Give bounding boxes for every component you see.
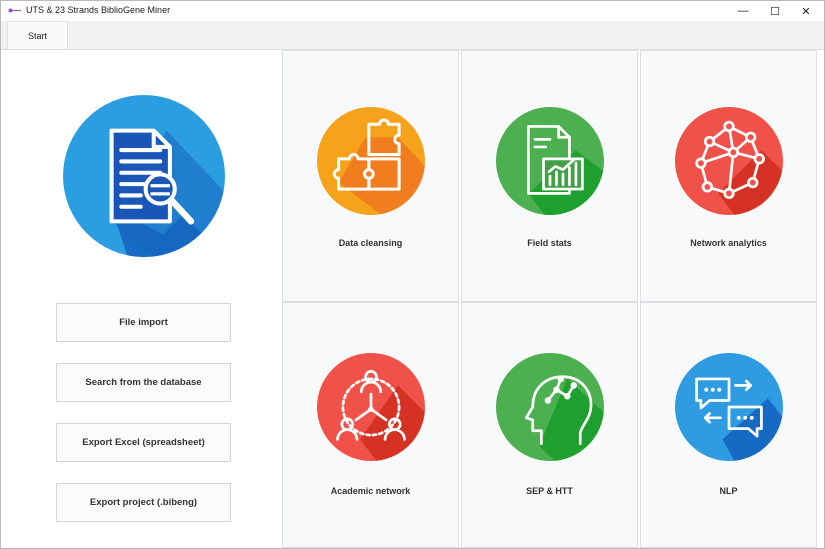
maximize-button[interactable]: ☐ <box>759 1 791 21</box>
tile-label: Data cleansing <box>338 238 403 248</box>
search-database-button[interactable]: Search from the database <box>56 363 231 402</box>
tile-label: Field stats <box>527 238 572 248</box>
tile-nlp[interactable]: NLP <box>640 302 817 548</box>
tile-field-stats[interactable]: Field stats <box>461 50 638 302</box>
app-window: UTS & 23 Strands BiblioGene Miner — ☐ ✕ … <box>0 0 825 549</box>
tile-label: Network analytics <box>690 238 767 248</box>
document-search-icon <box>63 95 225 257</box>
tile-academic-network[interactable]: Academic network <box>282 302 459 548</box>
title-bar: UTS & 23 Strands BiblioGene Miner — ☐ ✕ <box>1 1 824 21</box>
button-label: Search from the database <box>85 377 202 388</box>
network-graph-icon <box>675 107 783 215</box>
tile-data-cleansing[interactable]: Data cleansing <box>282 50 459 302</box>
chat-bubbles-icon <box>675 353 783 461</box>
button-label: Export Excel (spreadsheet) <box>82 437 205 448</box>
report-chart-icon <box>496 107 604 215</box>
app-icon <box>8 8 21 13</box>
head-brain-icon <box>496 353 604 461</box>
button-label: File import <box>119 317 168 328</box>
close-icon: ✕ <box>801 5 811 18</box>
maximize-icon: ☐ <box>770 5 780 18</box>
close-button[interactable]: ✕ <box>790 1 822 21</box>
export-project-button[interactable]: Export project (.bibeng) <box>56 483 231 522</box>
tab-label: Start <box>27 30 47 41</box>
export-excel-button[interactable]: Export Excel (spreadsheet) <box>56 423 231 462</box>
tile-label: SEP & HTT <box>526 486 573 496</box>
tile-sep-htt[interactable]: SEP & HTT <box>461 302 638 548</box>
left-pane: File import Search from the database Exp… <box>1 50 281 548</box>
tile-network-analytics[interactable]: Network analytics <box>640 50 817 302</box>
window-title: UTS & 23 Strands BiblioGene Miner <box>26 5 171 15</box>
tile-label: NLP <box>719 486 738 496</box>
button-label: Export project (.bibeng) <box>89 497 198 508</box>
minimize-button[interactable]: — <box>727 1 759 21</box>
minimize-icon: — <box>737 5 749 17</box>
puzzle-icon <box>317 107 425 215</box>
tab-start[interactable]: Start <box>7 21 68 49</box>
file-import-button[interactable]: File import <box>56 303 231 342</box>
people-network-icon <box>317 353 425 461</box>
tile-label: Academic network <box>330 486 411 496</box>
tab-bar: Start <box>1 21 824 50</box>
